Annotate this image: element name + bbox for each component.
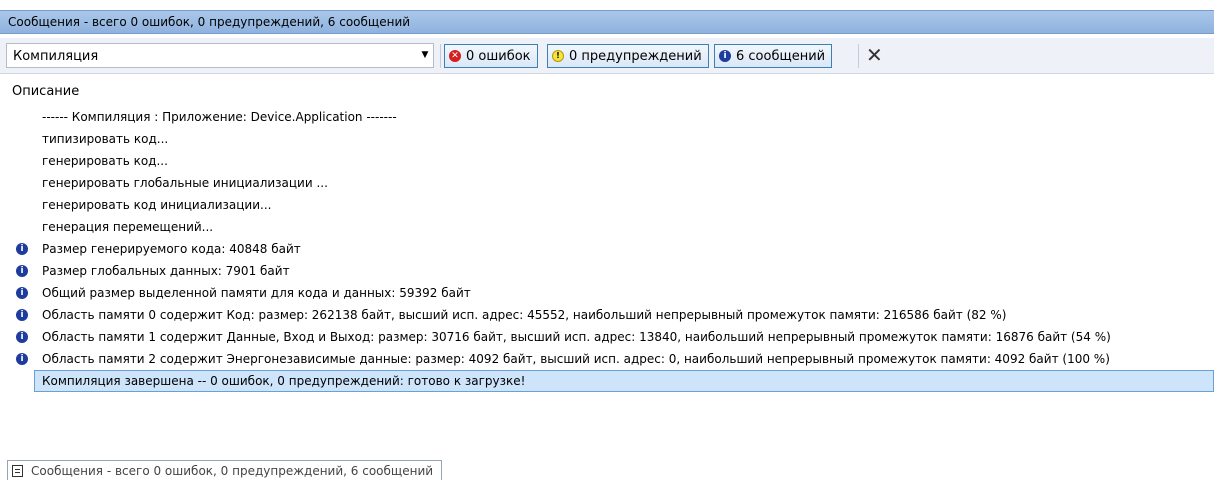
messages-toolbar: Компиляция ▼ ✕ 0 ошибок ! 0 предупрежден… xyxy=(0,38,1214,74)
list-item[interactable]: i Общий размер выделенной памяти для кода… xyxy=(0,282,1214,304)
list-item-text: типизировать код... xyxy=(42,132,169,146)
list-item-text: Размер глобальных данных: 7901 байт xyxy=(42,264,290,278)
warning-icon: ! xyxy=(552,50,564,62)
messages-list: Описание ------ Компиляция : Приложение:… xyxy=(0,80,1214,456)
list-item[interactable]: i Размер глобальных данных: 7901 байт xyxy=(0,260,1214,282)
messages-tab-icon xyxy=(12,464,23,477)
errors-filter-label: 0 ошибок xyxy=(466,48,531,64)
list-item-text: Размер генерируемого кода: 40848 байт xyxy=(42,242,301,256)
info-icon: i xyxy=(16,309,28,321)
info-icon: i xyxy=(16,243,28,255)
chevron-down-icon[interactable]: ▼ xyxy=(417,44,433,67)
list-item-text: ------ Компиляция : Приложение: Device.A… xyxy=(42,110,397,124)
list-item[interactable]: генерировать код инициализации... xyxy=(0,194,1214,216)
list-item[interactable]: i Размер генерируемого кода: 40848 байт xyxy=(0,238,1214,260)
messages-tab-label: Сообщения - всего 0 ошибок, 0 предупрежд… xyxy=(31,463,434,478)
error-icon: ✕ xyxy=(449,50,461,62)
warnings-filter-button[interactable]: ! 0 предупреждений xyxy=(547,44,709,68)
list-item-text: генерировать глобальные инициализации ..… xyxy=(42,176,328,190)
window-title: Сообщения - всего 0 ошибок, 0 предупрежд… xyxy=(8,15,411,29)
messages-filter-label: 6 сообщений xyxy=(736,48,826,64)
toolbar-divider xyxy=(858,44,859,68)
errors-filter-button[interactable]: ✕ 0 ошибок xyxy=(444,44,538,68)
list-item-selected[interactable]: Компиляция завершена -- 0 ошибок, 0 пред… xyxy=(34,370,1214,392)
list-item-text: генерировать код... xyxy=(42,154,168,168)
list-item[interactable]: i Область памяти 1 содержит Данные, Вход … xyxy=(0,326,1214,348)
list-item[interactable]: генерация перемещений... xyxy=(0,216,1214,238)
category-dropdown[interactable]: Компиляция ▼ xyxy=(6,43,434,68)
toolbar-divider xyxy=(440,44,441,68)
column-header-description[interactable]: Описание xyxy=(12,84,79,99)
list-item-text: Область памяти 2 содержит Энергонезависи… xyxy=(42,352,1110,366)
list-item-text: генерация перемещений... xyxy=(42,220,214,234)
info-icon: i xyxy=(16,353,28,365)
info-icon: i xyxy=(16,265,28,277)
list-item-text: Общий размер выделенной памяти для кода … xyxy=(42,286,471,300)
list-item-text: генерировать код инициализации... xyxy=(42,198,272,212)
clear-messages-close-icon[interactable]: ✕ xyxy=(866,43,883,67)
list-item[interactable]: i Область памяти 0 содержит Код: размер: … xyxy=(0,304,1214,326)
messages-title-bar: Сообщения - всего 0 ошибок, 0 предупрежд… xyxy=(0,10,1214,34)
list-item[interactable]: генерировать код... xyxy=(0,150,1214,172)
messages-filter-button[interactable]: i 6 сообщений xyxy=(714,44,833,68)
info-icon: i xyxy=(16,331,28,343)
list-item[interactable]: i Область памяти 2 содержит Энергонезавис… xyxy=(0,348,1214,370)
list-item-text: Область памяти 1 содержит Данные, Вход и… xyxy=(42,330,1111,344)
messages-panel-tab[interactable]: Сообщения - всего 0 ошибок, 0 предупрежд… xyxy=(7,460,443,480)
info-icon: i xyxy=(719,50,731,62)
list-item[interactable]: генерировать глобальные инициализации ..… xyxy=(0,172,1214,194)
list-item-text: Компиляция завершена -- 0 ошибок, 0 пред… xyxy=(42,374,526,388)
list-item[interactable]: типизировать код... xyxy=(0,128,1214,150)
list-item-text: Область памяти 0 содержит Код: размер: 2… xyxy=(42,308,1007,322)
category-dropdown-value: Компиляция xyxy=(13,49,99,64)
info-icon: i xyxy=(16,287,28,299)
warnings-filter-label: 0 предупреждений xyxy=(569,48,702,64)
list-item[interactable]: ------ Компиляция : Приложение: Device.A… xyxy=(0,106,1214,128)
